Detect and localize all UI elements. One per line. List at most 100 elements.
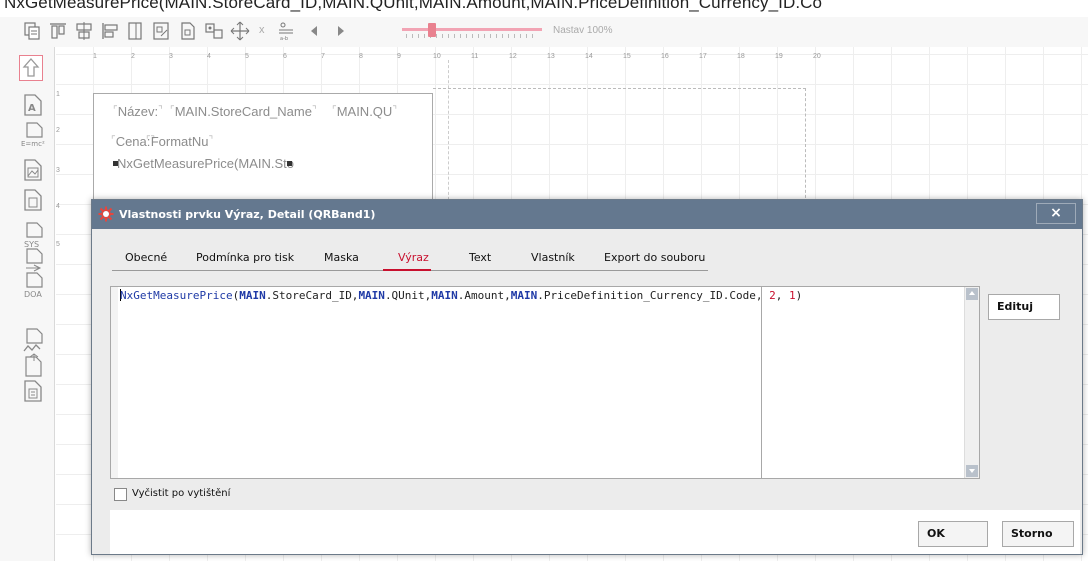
ruler-tick: 11: [471, 53, 479, 60]
zoom-label: Nastav 100%: [553, 25, 613, 36]
zoom-slider[interactable]: [402, 23, 542, 43]
tab-vlastnik[interactable]: Vlastník: [531, 251, 575, 264]
dialog-title: Vlastnosti prvku Výraz, Detail (QRBand1): [119, 208, 376, 221]
tab-text[interactable]: Text: [469, 251, 491, 264]
scroll-up-icon[interactable]: [966, 288, 978, 300]
tab-export[interactable]: Export do souboru: [604, 251, 705, 264]
tab-maska[interactable]: Maska: [324, 251, 359, 264]
expression-editor[interactable]: NxGetMeasurePrice(MAIN.StoreCard_ID,MAIN…: [110, 286, 980, 479]
send-back-icon[interactable]: [152, 21, 172, 41]
align-center-icon[interactable]: [74, 21, 94, 41]
nazev-label[interactable]: Název:: [113, 104, 163, 119]
ruler-tick: 12: [509, 53, 517, 60]
code-keyword: MAIN: [431, 289, 458, 302]
ruler-tick: 20: [813, 53, 821, 60]
zoom-ticks: [406, 34, 536, 38]
tab-obecne[interactable]: Obecné: [125, 251, 167, 264]
ruler-tick: 4: [56, 203, 60, 210]
dialog-titlebar[interactable]: Vlastnosti prvku Výraz, Detail (QRBand1)…: [92, 200, 1082, 229]
code-text: ,: [775, 289, 789, 302]
ruler-tick: 8: [359, 53, 363, 60]
selection-handle[interactable]: [113, 161, 118, 166]
grid-icon[interactable]: a-b: [276, 21, 296, 41]
svg-text:A: A: [28, 103, 36, 114]
designer-toolbar: x a-b Nastav 100%: [0, 17, 1088, 47]
code-function: NxGetMeasurePrice: [120, 289, 233, 302]
expression-code[interactable]: NxGetMeasurePrice(MAIN.StoreCard_ID,MAIN…: [120, 289, 802, 302]
cancel-button[interactable]: Storno: [1002, 521, 1074, 547]
next-icon[interactable]: [330, 21, 350, 41]
align-right-icon[interactable]: [100, 21, 120, 41]
ruler-tick: 16: [661, 53, 669, 60]
active-tab-indicator: [383, 269, 431, 271]
code-text: .QUnit,: [384, 289, 432, 302]
code-number: 1: [788, 289, 796, 302]
zoom-track-bar: [402, 28, 542, 31]
code-text: .Amount,: [457, 289, 511, 302]
svg-text:DOA: DOA: [24, 290, 42, 299]
ruler-tick: 4: [207, 53, 211, 60]
selection-handle[interactable]: [287, 161, 292, 166]
ruler-tick: 1: [93, 53, 97, 60]
formatnu-field[interactable]: FormatNu: [146, 134, 213, 149]
ruler-tick: 9: [397, 53, 401, 60]
ruler-tick: 6: [283, 53, 287, 60]
ruler-tick: 5: [245, 53, 249, 60]
align-top-icon[interactable]: [48, 21, 68, 41]
code-paren: ): [795, 289, 803, 302]
space-icon[interactable]: [230, 21, 250, 41]
same-width-icon[interactable]: [178, 21, 198, 41]
tab-bar: Obecné Podmínka pro tisk Maska Výraz Tex…: [92, 230, 1082, 275]
edit-button[interactable]: Edituj: [988, 294, 1060, 320]
code-number: 2: [769, 289, 776, 302]
pointer-up-icon[interactable]: [19, 55, 43, 81]
component-palette: A E=mc² SYS DOA 1 2 3 4 5: [0, 47, 60, 561]
editor-margin-line: [761, 287, 762, 478]
ruler-tick: 15: [623, 53, 631, 60]
bring-front-icon[interactable]: [126, 21, 146, 41]
code-text: .PriceDefinition_Currency_ID.Code,: [537, 289, 770, 302]
ruler-tick: 13: [547, 53, 555, 60]
code-keyword: MAIN: [510, 289, 538, 302]
prev-icon[interactable]: [305, 21, 325, 41]
close-button[interactable]: ×: [1036, 203, 1076, 224]
ruler-tick: 14: [585, 53, 593, 60]
zoom-thumb[interactable]: [428, 23, 436, 37]
gear-icon: [98, 206, 114, 222]
scroll-down-icon[interactable]: [966, 465, 978, 477]
band-guide: [433, 88, 806, 203]
tab-vyraz[interactable]: Výraz: [398, 251, 429, 264]
top-cutoff-label: NxGetMeasurePrice(MAIN.StoreCard_ID,MAIN…: [4, 0, 823, 12]
ok-button[interactable]: OK: [918, 521, 988, 547]
code-keyword: MAIN: [239, 289, 266, 302]
code-text: .StoreCard_ID,: [265, 289, 359, 302]
align-left-icon[interactable]: [22, 21, 42, 41]
clear-after-print-label[interactable]: Vyčistit po vytištění: [132, 488, 230, 499]
ruler-tick: 2: [56, 127, 60, 134]
storecard-name-field[interactable]: MAIN.StoreCard_Name: [170, 104, 317, 119]
ruler-tick: 3: [56, 167, 60, 174]
ruler-tick: 1: [56, 91, 60, 98]
ruler-tick: 10: [433, 53, 441, 60]
qunit-field[interactable]: MAIN.QU: [332, 104, 397, 119]
tab-podminka[interactable]: Podmínka pro tisk: [196, 251, 294, 264]
clear-after-print-checkbox[interactable]: [114, 488, 127, 501]
code-keyword: MAIN: [358, 289, 385, 302]
top-cutoff-text: NxGetMeasurePrice(MAIN.StoreCard_ID,MAIN…: [0, 0, 1088, 16]
x-label: x: [259, 24, 265, 36]
editor-scrollbar[interactable]: [964, 287, 979, 478]
ruler-tick: 19: [775, 53, 783, 60]
vertical-ruler: 1 2 3 4 5: [42, 47, 60, 561]
horizontal-ruler: 1 2 3 4 5 6 7 8 9 10 11 12 13 14 15 16 1…: [56, 47, 836, 61]
same-height-icon[interactable]: [204, 21, 224, 41]
ruler-tick: 17: [699, 53, 707, 60]
ruler-tick: 2: [131, 53, 135, 60]
ruler-tick: 7: [321, 53, 325, 60]
nxgetmeasure-field[interactable]: NxGetMeasurePrice(MAIN.Sto: [117, 156, 294, 171]
svg-text:a-b: a-b: [280, 36, 288, 41]
ruler-tick: 18: [737, 53, 745, 60]
properties-dialog: Vlastnosti prvku Výraz, Detail (QRBand1)…: [91, 199, 1083, 555]
dialog-footer: OK Storno: [110, 510, 1080, 554]
close-icon: ×: [1050, 205, 1062, 221]
editor-gutter: [111, 287, 118, 478]
